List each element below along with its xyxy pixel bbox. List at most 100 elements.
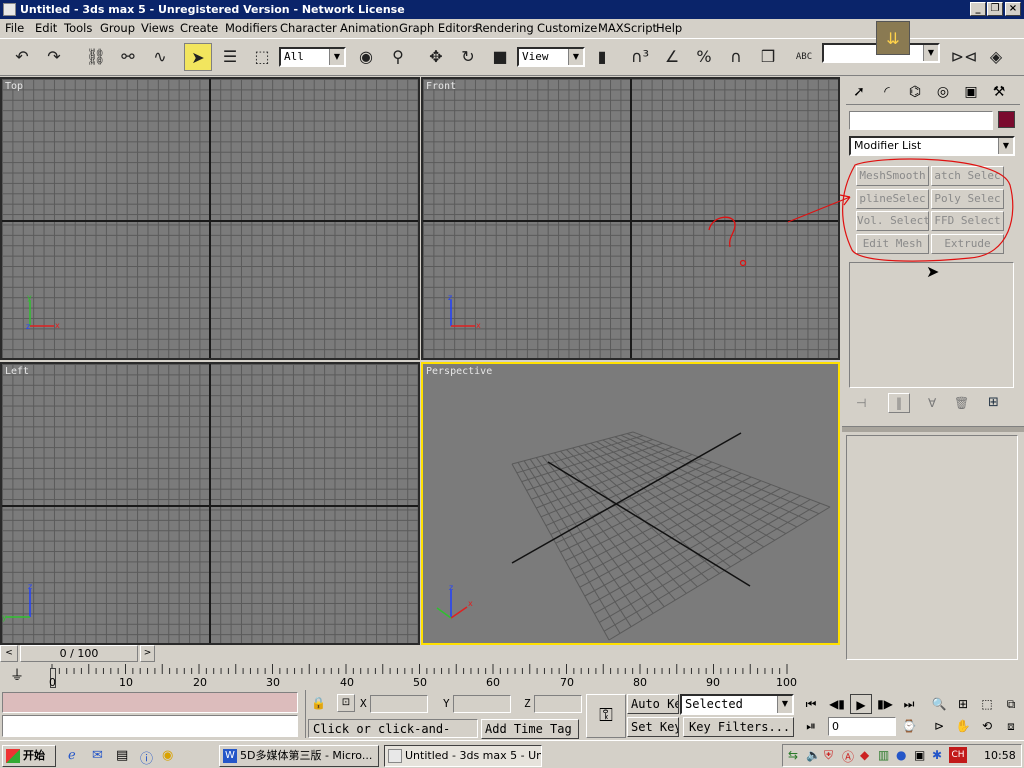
- key-mode-toggle-icon[interactable]: ⏯: [800, 716, 822, 736]
- restore-button[interactable]: ❐: [987, 2, 1003, 16]
- select-and-move-icon[interactable]: ✥: [422, 43, 450, 71]
- angle-snap-icon[interactable]: ∠: [658, 43, 686, 71]
- menu-maxscript[interactable]: MAXScript: [598, 21, 657, 35]
- zoom-extents-all-icon[interactable]: ⧉: [1000, 694, 1022, 714]
- pan-icon[interactable]: ✋: [952, 716, 974, 736]
- menu-tools[interactable]: Tools: [64, 21, 92, 35]
- start-button[interactable]: 开始: [2, 745, 56, 767]
- select-object-icon[interactable]: ➤: [184, 43, 212, 71]
- show-end-result-icon[interactable]: ‖: [888, 393, 910, 413]
- menu-edit[interactable]: Edit: [35, 21, 57, 35]
- tray-network-icon[interactable]: ⇆: [788, 748, 798, 762]
- maxscript-listener-pink[interactable]: [2, 692, 298, 713]
- tray-app-icon[interactable]: Ⓐ: [842, 748, 854, 765]
- viewport-top[interactable]: Top y x z: [0, 77, 420, 360]
- bind-space-warp-icon[interactable]: ∿: [146, 43, 174, 71]
- mirror-icon[interactable]: ⊳⊲: [950, 43, 978, 71]
- menu-views[interactable]: Views: [141, 21, 174, 35]
- viewport-left[interactable]: Left z y: [0, 362, 420, 645]
- zoom-icon[interactable]: 🔍: [928, 694, 950, 714]
- configure-modifier-sets-icon[interactable]: ⊞: [988, 395, 999, 410]
- menu-animation[interactable]: Animation: [340, 21, 399, 35]
- play-icon[interactable]: ▶: [850, 694, 872, 714]
- select-and-manipulate-icon[interactable]: ⚲: [384, 43, 412, 71]
- selection-filter-dropdown[interactable]: All ▼: [279, 47, 346, 67]
- select-and-scale-icon[interactable]: ■: [486, 43, 514, 71]
- viewport-perspective[interactable]: Perspective z x: [421, 362, 840, 645]
- x-coordinate-field[interactable]: [370, 695, 428, 713]
- tray-volume-icon[interactable]: 🔈: [806, 748, 821, 762]
- y-coordinate-field[interactable]: [453, 695, 511, 713]
- z-coordinate-field[interactable]: [534, 695, 582, 713]
- modifier-meshsmooth-button[interactable]: MeshSmooth: [856, 166, 929, 186]
- time-configuration-icon[interactable]: ⌚: [898, 716, 920, 736]
- time-slider-thumb[interactable]: 0 / 100: [20, 645, 138, 662]
- motion-tab-icon[interactable]: ◎: [929, 80, 957, 104]
- viewport-top-label[interactable]: Top: [5, 81, 23, 92]
- close-button[interactable]: ×: [1005, 2, 1021, 16]
- add-time-tag-button[interactable]: Add Time Tag: [481, 719, 579, 739]
- select-and-link-icon[interactable]: ⛓: [82, 43, 110, 71]
- menu-modifiers[interactable]: Modifiers: [225, 21, 278, 35]
- go-to-end-icon[interactable]: ⏭: [898, 694, 920, 714]
- menu-rendering[interactable]: Rendering: [475, 21, 534, 35]
- current-frame-field[interactable]: 0: [828, 717, 896, 736]
- arc-rotate-icon[interactable]: ⟲: [976, 716, 998, 736]
- key-selection-dropdown[interactable]: Selected ▼: [680, 694, 794, 715]
- remove-modifier-icon[interactable]: 🗑: [954, 396, 969, 410]
- object-name-field[interactable]: [849, 111, 993, 130]
- tray-bluetooth-icon[interactable]: ✱: [932, 748, 942, 762]
- menu-help[interactable]: Help: [656, 21, 682, 35]
- qq-icon[interactable]: ⓘ: [140, 748, 153, 767]
- align-icon[interactable]: ◈: [982, 43, 1010, 71]
- display-tab-icon[interactable]: ▣: [957, 80, 985, 104]
- percent-snap-icon[interactable]: %: [690, 43, 718, 71]
- go-to-start-icon[interactable]: ⏮: [800, 694, 822, 714]
- spinner-snap-icon[interactable]: ∩: [722, 43, 750, 71]
- reference-coord-dropdown[interactable]: View ▼: [517, 47, 585, 67]
- named-selection-icon[interactable]: ❒: [754, 43, 782, 71]
- menu-graph-editors[interactable]: Graph Editors: [399, 21, 478, 35]
- modifier-list-dropdown[interactable]: Modifier List ▼: [849, 136, 1015, 156]
- modifier-edit-mesh-button[interactable]: Edit Mesh: [856, 234, 929, 254]
- minimize-button[interactable]: _: [970, 2, 986, 16]
- prev-frame-arrow-icon[interactable]: <: [0, 645, 18, 662]
- undo-icon[interactable]: ↶: [8, 43, 36, 71]
- modifier-poly-select-button[interactable]: Poly Selec: [931, 189, 1004, 209]
- menu-character[interactable]: Character: [280, 21, 337, 35]
- input-language-indicator[interactable]: CH: [949, 747, 967, 763]
- previous-frame-icon[interactable]: ◀▮: [826, 694, 848, 714]
- min-max-toggle-icon[interactable]: ⧈: [1000, 716, 1022, 736]
- redo-icon[interactable]: ↷: [40, 43, 68, 71]
- taskbar-3dsmax[interactable]: Untitled - 3ds max 5 - Unr...: [384, 745, 542, 767]
- absolute-mode-icon[interactable]: ⊡: [337, 694, 355, 712]
- viewport-left-label[interactable]: Left: [5, 366, 29, 377]
- ie-icon[interactable]: ℯ: [68, 748, 76, 763]
- hierarchy-tab-icon[interactable]: ⌬: [901, 80, 929, 104]
- zoom-all-icon[interactable]: ⊞: [952, 694, 974, 714]
- selection-region-icon[interactable]: ⬚: [248, 43, 276, 71]
- auto-key-button[interactable]: Auto Key: [627, 694, 679, 714]
- window-crossing-icon[interactable]: ◉: [352, 43, 380, 71]
- show-desktop-icon[interactable]: ▤: [116, 748, 128, 763]
- modifier-vol-select-button[interactable]: Vol. Select: [856, 211, 929, 231]
- modifier-ffd-select-button[interactable]: FFD Select: [931, 211, 1004, 231]
- taskbar-word-document[interactable]: W 5D多媒体第三版 - Micro...: [219, 745, 379, 767]
- pivot-center-icon[interactable]: ▮: [588, 43, 616, 71]
- viewport-front[interactable]: Front z x: [421, 77, 840, 360]
- tray-antivirus-icon[interactable]: ⛨: [824, 748, 833, 763]
- tray-qq-icon[interactable]: ●: [896, 748, 906, 762]
- next-frame-arrow-icon[interactable]: >: [140, 645, 155, 662]
- abc-icon[interactable]: ABC: [790, 43, 818, 71]
- key-icon[interactable]: ⚿: [586, 694, 626, 738]
- download-overlay-icon[interactable]: ⇊: [876, 21, 910, 55]
- make-unique-icon[interactable]: ∀: [928, 396, 936, 410]
- set-key-button[interactable]: Set Key: [627, 717, 679, 737]
- modifier-spline-select-button[interactable]: plineSelec: [856, 189, 929, 209]
- viewport-front-label[interactable]: Front: [426, 81, 456, 92]
- modify-tab-icon[interactable]: ◜: [873, 80, 901, 104]
- snap-3d-icon[interactable]: ∩³: [626, 43, 654, 71]
- maxscript-listener-white[interactable]: [2, 715, 298, 737]
- menu-file[interactable]: File: [5, 21, 24, 35]
- select-by-name-icon[interactable]: ☰: [216, 43, 244, 71]
